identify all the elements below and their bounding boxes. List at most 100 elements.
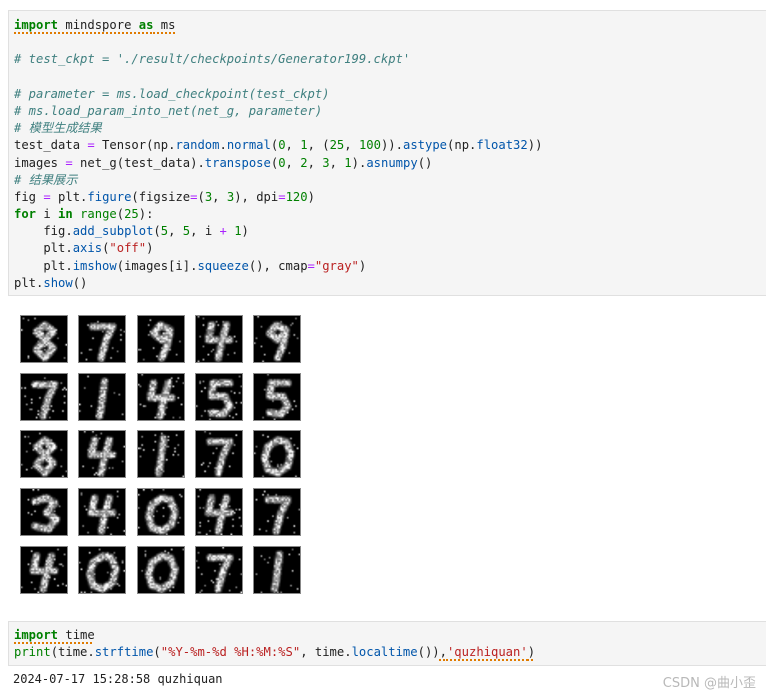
code-token: imshow [72,258,117,273]
code-token: . [219,138,227,153]
code-token: ) [146,241,154,256]
generated-digit-image [194,372,243,421]
code-token: "gray" [314,258,359,273]
code-token: fig. [14,224,73,239]
code-token: asnumpy [366,155,418,170]
digit-canvas [137,489,184,536]
code-token: , time. [300,645,352,660]
generated-digit-image [253,430,302,479]
code-token: as [138,18,154,32]
generated-digits-figure [20,315,310,600]
generated-digit-image [136,488,185,537]
code-token: 1 [300,138,308,153]
code-token: , i [190,224,220,239]
generated-digit-image [20,315,68,363]
code-token: squeeze [197,258,249,273]
csdn-watermark: CSDN @曲小歪 [662,676,756,691]
digit-canvas [21,316,67,362]
code-line: import time [14,627,761,644]
code-token: ). [351,155,367,170]
code-token: , [212,189,227,204]
generated-digit-image [78,545,127,594]
generated-digit-image [136,545,185,594]
code-token: axis [72,241,103,256]
code-token: strftime [94,645,154,660]
code-token: 0 [278,155,286,170]
code-token: plt. [50,189,88,204]
digit-canvas [195,489,242,536]
code-token: ( [116,207,125,222]
generated-digit-image [136,315,185,363]
digit-canvas [195,316,242,362]
digit-canvas [254,316,301,362]
code-cell-generate-images[interactable]: import mindspore as ms # test_ckpt = './r… [8,10,766,296]
generated-digit-image [78,488,127,537]
generated-digit-image [253,545,302,594]
code-token: ) [358,258,367,273]
code-token: = [307,258,315,273]
code-token: ): [138,207,154,222]
code-token: time [58,628,95,642]
code-line: # test_ckpt = './result/checkpoints/Gene… [14,51,761,68]
generated-digit-image [253,488,302,537]
code-cell-print-time[interactable]: import time print(time.strftime("%Y-%m-%d… [8,621,766,666]
code-token: 120 [285,189,308,204]
code-token: i [36,207,59,222]
code-token: mindspore [58,18,139,32]
code-token: # parameter = ms.load_checkpoint(test_ck… [14,86,330,101]
code-token: , [285,138,301,153]
generated-digit-image [78,372,127,421]
code-line: plt.show() [14,275,761,292]
digit-canvas [21,373,67,420]
code-token: ( [153,645,161,660]
code-line: plt.imshow(images[i].squeeze(), cmap="gr… [14,258,761,275]
code-token: import [14,628,59,642]
code-token: , [439,645,447,660]
code-line: print(time.strftime("%Y-%m-%d %H:%M:%S",… [14,644,761,661]
code-token: # 模型生成结果 [14,121,102,136]
code-token: ) [307,189,315,204]
code-line: # 结果展示 [14,172,761,189]
code-token: plt. [14,258,73,273]
code-token: 5 [160,224,169,239]
generated-digit-image [253,372,302,421]
code-token: ) [241,224,249,239]
code-token: show [43,275,73,290]
generated-digit-image [136,430,185,479]
code-token: )) [527,138,543,153]
generated-digit-image [20,488,68,537]
code-token: 0 [278,138,286,153]
code-token: () [72,275,88,290]
digit-canvas [79,373,126,420]
code-line: fig = plt.figure(figsize=(3, 3), dpi=120… [14,189,761,206]
digit-canvas [254,546,301,593]
code-line: test_data = Tensor(np.random.normal(0, 1… [14,137,761,154]
digit-canvas [195,373,242,420]
code-token: 'quzhiquan' [446,645,528,660]
code-token: ()) [417,645,440,660]
digit-canvas [79,489,126,536]
digit-canvas [79,431,126,478]
code-token: (time. [50,645,95,660]
code-token: , [307,155,323,170]
code-token: ( [197,189,205,204]
code-token: transpose [204,155,271,170]
digit-canvas [137,431,184,478]
digit-canvas [254,489,301,536]
code-token: print [14,645,51,660]
code-token: range [80,207,117,222]
code-token: , [329,155,345,170]
code-token: "%Y-%m-%d %H:%M:%S" [160,645,301,660]
code-token: 2 [300,155,308,170]
digit-canvas [79,546,126,593]
code-token: import [14,18,59,32]
code-token: , [344,138,359,153]
code-token: ( [153,224,161,239]
digit-canvas [254,373,301,420]
code-token: 25 [124,207,139,222]
code-token: normal [226,138,271,153]
code-token: , ( [307,138,330,153]
